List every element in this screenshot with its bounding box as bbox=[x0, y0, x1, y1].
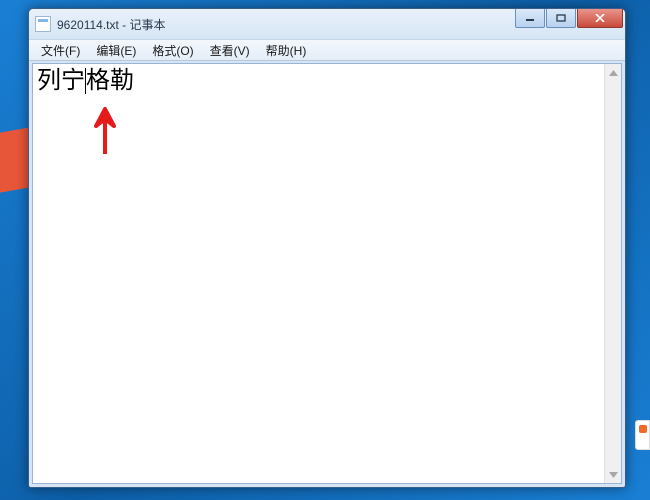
text-before-caret: 列宁 bbox=[37, 68, 85, 94]
titlebar[interactable]: 9620114.txt - 记事本 bbox=[29, 9, 625, 39]
chevron-down-icon bbox=[609, 472, 618, 478]
window-title: 9620114.txt - 记事本 bbox=[57, 16, 166, 33]
window-controls bbox=[515, 9, 623, 28]
editor-frame: 列宁格勒 bbox=[32, 63, 622, 484]
menu-help[interactable]: 帮助(H) bbox=[258, 40, 315, 61]
annotation-arrow-icon bbox=[90, 104, 120, 159]
scroll-up-button[interactable] bbox=[605, 64, 621, 81]
scroll-down-button[interactable] bbox=[605, 466, 621, 483]
text-after-caret: 格勒 bbox=[86, 68, 134, 94]
desktop-decor-right bbox=[635, 420, 650, 450]
close-icon bbox=[595, 14, 605, 22]
notepad-icon bbox=[35, 16, 51, 32]
text-editor[interactable]: 列宁格勒 bbox=[33, 64, 604, 483]
chevron-up-icon bbox=[609, 70, 618, 76]
vertical-scrollbar[interactable] bbox=[604, 64, 621, 483]
menu-edit[interactable]: 编辑(E) bbox=[88, 40, 144, 61]
minimize-button[interactable] bbox=[515, 9, 545, 28]
menu-format[interactable]: 格式(O) bbox=[144, 40, 201, 61]
desktop-decor-left bbox=[0, 127, 30, 192]
menubar: 文件(F) 编辑(E) 格式(O) 查看(V) 帮助(H) bbox=[29, 39, 625, 61]
notepad-window: 9620114.txt - 记事本 文件(F) 编辑(E) 格式(O) 查看(V… bbox=[28, 8, 626, 488]
menu-view[interactable]: 查看(V) bbox=[202, 40, 258, 61]
maximize-icon bbox=[556, 14, 566, 22]
close-button[interactable] bbox=[577, 9, 623, 28]
menu-file[interactable]: 文件(F) bbox=[33, 40, 88, 61]
minimize-icon bbox=[525, 14, 535, 22]
maximize-button[interactable] bbox=[546, 9, 576, 28]
